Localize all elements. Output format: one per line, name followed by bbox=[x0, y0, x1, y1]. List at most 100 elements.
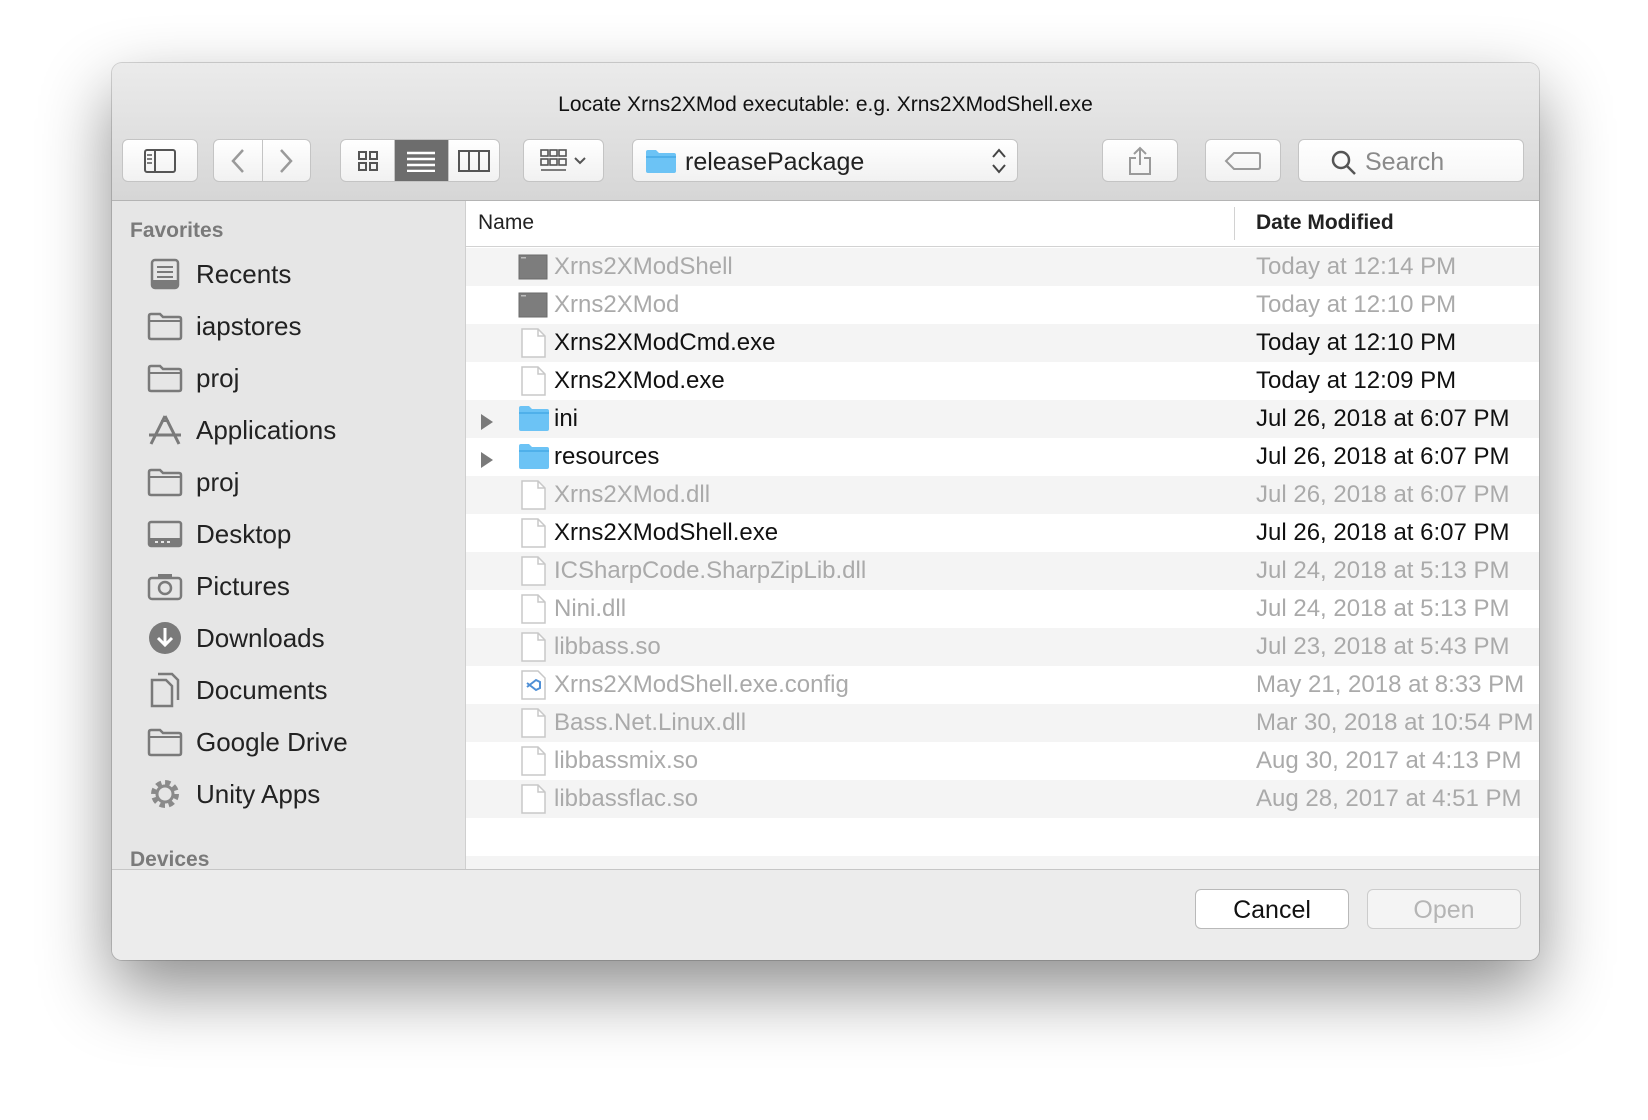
titlebar: Locate Xrns2XMod executable: e.g. Xrns2X… bbox=[112, 63, 1539, 201]
file-row[interactable]: libbass.so Jul 23, 2018 at 5:43 PM bbox=[466, 628, 1539, 666]
sidebar-icon bbox=[144, 148, 176, 173]
file-list: Name Date Modified Xrns2XModShell Today a… bbox=[466, 201, 1539, 869]
empty-row bbox=[466, 856, 1539, 869]
file-row[interactable]: Xrns2XModShell.exe Jul 26, 2018 at 6:07 P… bbox=[466, 514, 1539, 552]
file-name: Nini.dll bbox=[554, 595, 627, 622]
path-label: releasePackage bbox=[685, 148, 865, 176]
sidebar-item-downloads[interactable]: Downloads bbox=[146, 618, 446, 658]
cancel-button[interactable]: Cancel bbox=[1195, 889, 1349, 929]
file-row[interactable]: Bass.Net.Linux.dll Mar 30, 2018 at 10:54 … bbox=[466, 704, 1539, 742]
icon-view-button[interactable] bbox=[341, 140, 394, 181]
sidebar-item-documents[interactable]: Documents bbox=[146, 670, 446, 710]
share-button[interactable] bbox=[1102, 139, 1178, 182]
file-row[interactable]: Xrns2XModShell Today at 12:14 PM bbox=[466, 248, 1539, 286]
sidebar-item-desktop[interactable]: Desktop bbox=[146, 514, 446, 554]
sidebar-item-label: Pictures bbox=[196, 570, 290, 601]
sidebar-item-iapstores[interactable]: iapstores bbox=[146, 306, 446, 346]
file-date: Mar 30, 2018 at 10:54 PM bbox=[1256, 709, 1534, 736]
back-button[interactable] bbox=[214, 140, 262, 181]
columns-icon bbox=[457, 149, 490, 172]
sidebar-item-pictures[interactable]: Pictures bbox=[146, 566, 446, 606]
document-icon bbox=[518, 328, 548, 358]
forward-button[interactable] bbox=[261, 140, 310, 181]
sidebar-item-label: Applications bbox=[196, 414, 337, 445]
column-header: Name Date Modified bbox=[466, 201, 1539, 247]
file-row[interactable]: ICSharpCode.SharpZipLib.dll Jul 24, 2018 … bbox=[466, 552, 1539, 590]
open-button[interactable]: Open bbox=[1367, 889, 1521, 929]
arrange-menu-button[interactable] bbox=[523, 139, 604, 182]
folder-icon bbox=[146, 463, 184, 501]
file-name: ini bbox=[554, 405, 579, 432]
executable-icon bbox=[518, 252, 548, 282]
file-row[interactable]: Xrns2XModCmd.exe Today at 12:10 PM bbox=[466, 324, 1539, 362]
sidebar-item-google-drive[interactable]: Google Drive bbox=[146, 722, 446, 762]
file-row[interactable]: libbassflac.so Aug 28, 2017 at 4:51 PM bbox=[466, 780, 1539, 818]
column-view-button[interactable] bbox=[447, 140, 499, 181]
search-icon bbox=[1331, 150, 1356, 175]
recents-icon bbox=[146, 255, 184, 293]
file-row[interactable]: Nini.dll Jul 24, 2018 at 5:13 PM bbox=[466, 590, 1539, 628]
file-name: Xrns2XModCmd.exe bbox=[554, 329, 776, 356]
chevron-right-icon bbox=[280, 148, 294, 173]
column-divider[interactable] bbox=[1234, 207, 1235, 240]
document-icon bbox=[518, 746, 548, 776]
file-name: Xrns2XModShell.exe bbox=[554, 519, 779, 546]
tags-button[interactable] bbox=[1205, 139, 1281, 182]
name-column-header[interactable]: Name bbox=[478, 211, 534, 235]
file-name: Bass.Net.Linux.dll bbox=[554, 709, 747, 736]
file-date: Today at 12:09 PM bbox=[1256, 367, 1457, 394]
folder-icon bbox=[146, 359, 184, 397]
dialog-title: Locate Xrns2XMod executable: e.g. Xrns2X… bbox=[558, 93, 1093, 116]
sidebar-item-applications[interactable]: Applications bbox=[146, 410, 446, 450]
folder-icon bbox=[146, 307, 184, 345]
file-row[interactable]: Xrns2XMod.exe Today at 12:09 PM bbox=[466, 362, 1539, 400]
favorites-heading: Favorites bbox=[130, 219, 224, 242]
file-date: May 21, 2018 at 8:33 PM bbox=[1256, 671, 1525, 698]
file-name: Xrns2XMod bbox=[554, 291, 680, 318]
document-icon bbox=[518, 518, 548, 548]
file-name: libbassflac.so bbox=[554, 785, 699, 812]
file-date: Aug 30, 2017 at 4:13 PM bbox=[1256, 747, 1522, 774]
folder-row[interactable]: ini Jul 26, 2018 at 6:07 PM bbox=[466, 400, 1539, 438]
file-row[interactable]: Xrns2XModShell.exe.config May 21, 2018 at… bbox=[466, 666, 1539, 704]
file-date: Today at 12:10 PM bbox=[1256, 329, 1457, 356]
file-date: Jul 24, 2018 at 5:13 PM bbox=[1256, 595, 1510, 622]
sidebar-item-label: Unity Apps bbox=[196, 778, 321, 809]
file-name: Xrns2XMod.exe bbox=[554, 367, 725, 394]
sidebar-item-unity-apps[interactable]: Unity Apps bbox=[146, 774, 446, 814]
file-name: Xrns2XModShell.exe.config bbox=[554, 671, 849, 698]
file-row[interactable]: Xrns2XMod.dll Jul 26, 2018 at 6:07 PM bbox=[466, 476, 1539, 514]
sidebar-item-proj-2[interactable]: proj bbox=[146, 462, 446, 502]
folder-row[interactable]: resources Jul 26, 2018 at 6:07 PM bbox=[466, 438, 1539, 476]
file-rows: Xrns2XModShell Today at 12:14 PM Xrns2XMod… bbox=[466, 248, 1539, 869]
file-name: libbass.so bbox=[554, 633, 661, 660]
list-view-button[interactable] bbox=[394, 140, 448, 181]
sidebar-item-label: iapstores bbox=[196, 310, 302, 341]
applications-icon bbox=[146, 411, 184, 449]
file-row[interactable]: libbassmix.so Aug 30, 2017 at 4:13 PM bbox=[466, 742, 1539, 780]
executable-icon bbox=[518, 290, 548, 320]
sidebar-item-label: Downloads bbox=[196, 622, 325, 653]
sidebar-item-recents[interactable]: Recents bbox=[146, 254, 446, 294]
list-icon bbox=[407, 151, 436, 172]
date-column-header[interactable]: Date Modified bbox=[1256, 211, 1394, 235]
share-icon bbox=[1129, 146, 1151, 175]
view-mode-segment bbox=[340, 139, 500, 182]
search-field[interactable]: Search bbox=[1298, 139, 1524, 182]
disclosure-triangle-icon[interactable] bbox=[480, 410, 494, 438]
updown-chevron-icon bbox=[992, 148, 1006, 174]
folder-icon bbox=[518, 404, 549, 434]
document-icon bbox=[518, 784, 548, 814]
disclosure-triangle-icon[interactable] bbox=[480, 448, 494, 476]
file-date: Jul 26, 2018 at 6:07 PM bbox=[1256, 481, 1510, 508]
file-row[interactable]: Xrns2XMod Today at 12:10 PM bbox=[466, 286, 1539, 324]
sidebar-toggle-button[interactable] bbox=[122, 139, 198, 182]
sidebar-item-proj[interactable]: proj bbox=[146, 358, 446, 398]
document-icon bbox=[518, 632, 548, 662]
camera-icon bbox=[146, 567, 184, 605]
documents-icon bbox=[146, 671, 184, 709]
dialog-footer: Cancel Open bbox=[112, 869, 1539, 960]
file-date: Today at 12:10 PM bbox=[1256, 291, 1457, 318]
sidebar-item-label: Google Drive bbox=[196, 726, 348, 757]
path-popup-button[interactable]: releasePackage bbox=[632, 139, 1018, 182]
